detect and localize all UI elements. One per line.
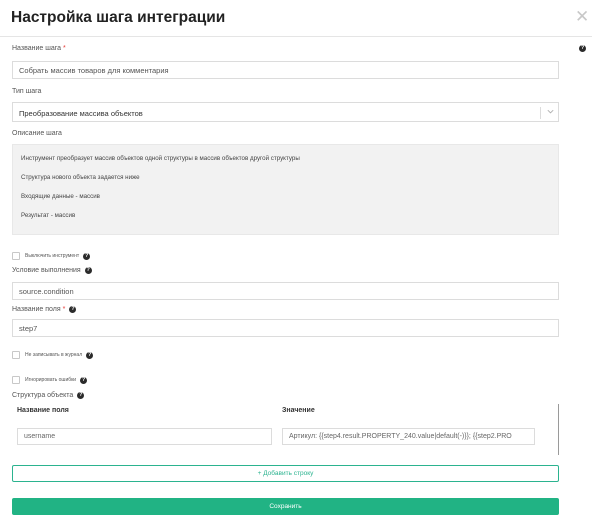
help-icon[interactable]: ? [579, 45, 586, 52]
condition-label-text: Условие выполнения [12, 267, 81, 274]
select-separator [540, 107, 541, 119]
structure-label: Структура объекта ? [12, 392, 85, 399]
close-icon[interactable]: ✕ [575, 8, 589, 25]
condition-input[interactable]: source.condition [12, 282, 559, 300]
table-divider [558, 404, 559, 455]
disable-tool-label: Выключить инструмент [25, 253, 80, 259]
help-icon[interactable]: ? [80, 376, 88, 384]
help-icon[interactable]: ? [84, 267, 92, 274]
condition-label: Условие выполнения ? [12, 267, 92, 274]
column-header-name: Название поля [17, 407, 69, 414]
ignore-errors-label: Игнорировать ошибки [25, 377, 77, 383]
description-line: Входящие данные - массив [21, 193, 100, 200]
row-name-input[interactable]: username [17, 428, 272, 445]
field-name-label-text: Название поля [12, 306, 61, 313]
step-name-label: Название шага * [12, 45, 66, 52]
description-box: Инструмент преобразует массив объектов о… [12, 144, 559, 235]
description-line: Результат - массив [21, 212, 76, 219]
add-row-button[interactable]: + Добавить строку [12, 465, 559, 482]
field-name-value: step7 [19, 323, 38, 333]
step-name-input[interactable]: Собрать массив товаров для комментария [12, 61, 559, 79]
step-name-label-text: Название шага [12, 45, 62, 52]
disable-tool-checkbox[interactable] [12, 252, 20, 260]
step-type-selected: Преобразование массива объектов [19, 109, 143, 118]
description-label: Описание шага [12, 130, 62, 137]
help-icon[interactable]: ? [83, 252, 91, 260]
no-log-label: Не записывать в журнал [25, 352, 83, 358]
condition-value: source.condition [19, 286, 74, 296]
help-icon[interactable]: ? [77, 392, 85, 399]
step-type-label: Тип шага [12, 88, 42, 95]
no-log-row: Не записывать в журнал ? [12, 351, 94, 359]
ignore-errors-checkbox[interactable] [12, 376, 20, 384]
save-button[interactable]: Сохранить [12, 498, 559, 515]
ignore-errors-row: Игнорировать ошибки ? [12, 376, 88, 384]
no-log-checkbox[interactable] [12, 351, 20, 359]
description-line: Инструмент преобразует массив объектов о… [21, 155, 300, 162]
step-name-value: Собрать массив товаров для комментария [19, 65, 169, 75]
help-icon[interactable]: ? [86, 351, 94, 359]
modal-title: Настройка шага интеграции [11, 9, 226, 26]
row-value-text: Артикул: {{step4.result.PROPERTY_240.val… [289, 433, 512, 440]
modal-header: Настройка шага интеграции ✕ [0, 0, 592, 37]
row-value-input[interactable]: Артикул: {{step4.result.PROPERTY_240.val… [282, 428, 535, 445]
required-mark: * [62, 306, 66, 313]
row-name-value: username [24, 433, 56, 440]
field-name-label: Название поля * ? [12, 306, 77, 313]
description-line: Структура нового объекта задается ниже [21, 174, 140, 181]
help-icon[interactable]: ? [69, 306, 77, 313]
disable-tool-row: Выключить инструмент ? [12, 252, 91, 260]
column-header-value: Значение [282, 407, 315, 414]
field-name-input[interactable]: step7 [12, 319, 559, 337]
required-mark: * [62, 45, 66, 52]
structure-label-text: Структура объекта [12, 392, 74, 399]
step-type-select[interactable]: Преобразование массива объектов [12, 102, 559, 122]
chevron-down-icon[interactable] [546, 107, 555, 116]
